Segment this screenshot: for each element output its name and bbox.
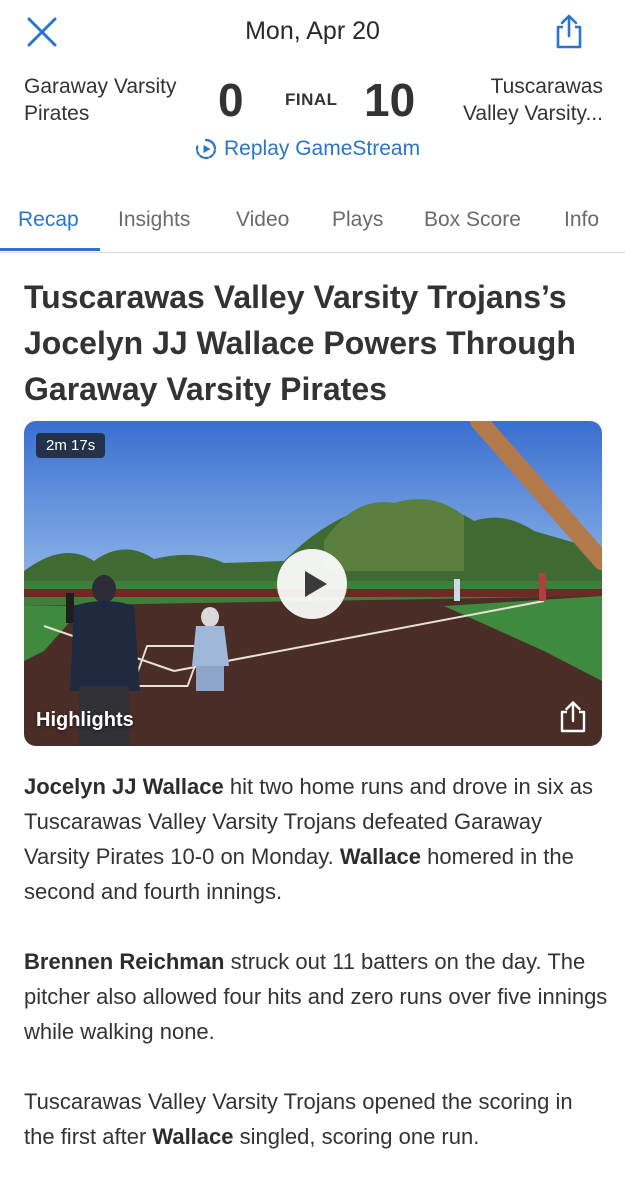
play-icon (305, 571, 327, 597)
away-team-name-line1: Tuscarawas (490, 75, 603, 98)
tab-video[interactable]: Video (236, 208, 289, 232)
paragraph-text: singled, scoring one run. (233, 1124, 480, 1149)
tab-plays[interactable]: Plays (332, 208, 383, 232)
player-name: Wallace (339, 844, 422, 869)
article-body: Jocelyn JJ Wallace hit two home runs and… (24, 769, 609, 1189)
tab-insights[interactable]: Insights (118, 208, 190, 232)
highlights-video[interactable]: 2m 17s Highlights (24, 421, 602, 746)
player-name: Brennen Reichman (24, 949, 225, 974)
game-status: FINAL (285, 90, 338, 109)
home-score: 0 (218, 74, 244, 126)
video-title: Highlights (36, 709, 134, 731)
article-paragraph: Jocelyn JJ Wallace hit two home runs and… (24, 769, 609, 909)
share-button[interactable] (553, 13, 585, 51)
article-paragraph: Tuscarawas Valley Varsity Trojans opened… (24, 1084, 609, 1154)
game-date: Mon, Apr 20 (245, 17, 380, 45)
share-icon (560, 701, 586, 733)
video-share-button[interactable] (558, 700, 588, 734)
video-duration-badge: 2m 17s (36, 433, 106, 458)
away-team-name[interactable]: Tuscarawas Valley Varsity... (413, 73, 603, 127)
replay-gamestream-label: Replay GameStream (224, 137, 421, 160)
active-tab-indicator (0, 248, 100, 251)
away-team-name-line2: Valley Varsity... (462, 102, 603, 125)
away-score: 10 (364, 74, 416, 126)
tab-recap[interactable]: Recap (18, 208, 79, 232)
article-headline: Tuscarawas Valley Varsity Trojans’s Joce… (24, 279, 576, 407)
tab-info[interactable]: Info (564, 208, 599, 232)
home-team-name[interactable]: Garaway Varsity Pirates (24, 73, 214, 127)
player-name: Jocelyn JJ Wallace (24, 774, 224, 799)
player-name: Wallace (152, 1124, 234, 1149)
article-paragraph: Brennen Reichman struck out 11 batters o… (24, 944, 609, 1049)
replay-gamestream-link[interactable]: Replay GameStream (194, 137, 420, 161)
tab-box-score[interactable]: Box Score (424, 208, 521, 232)
tab-bar: Recap Insights Video Plays Box Score Inf… (0, 200, 625, 253)
top-bar: Mon, Apr 20 (0, 0, 625, 64)
replay-icon (195, 138, 217, 160)
share-icon (556, 14, 582, 49)
play-button[interactable] (277, 549, 347, 619)
